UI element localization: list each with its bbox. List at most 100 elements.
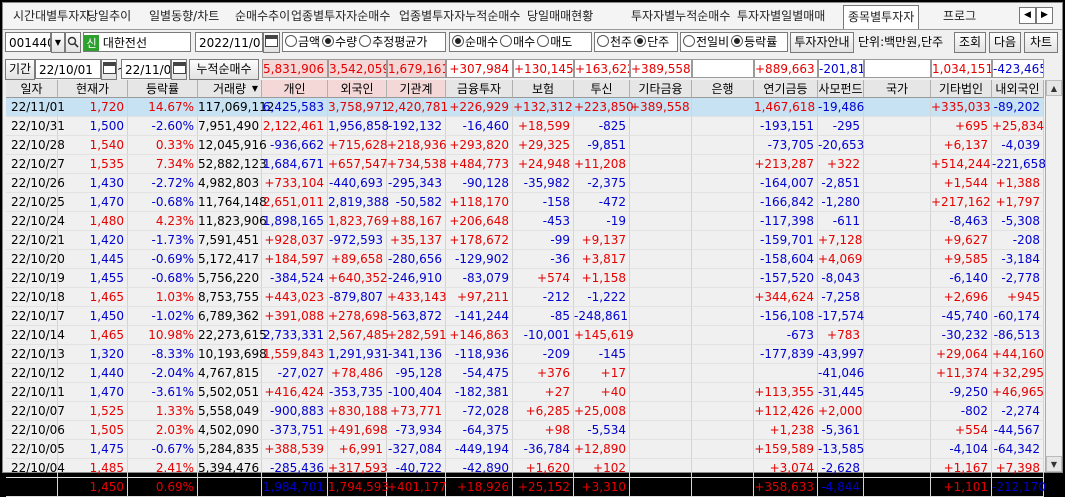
table-row[interactable]: 22/10/13 1,320 -8.33% 10,193,698 1,559,843 1,… <box>6 345 1044 364</box>
radio-option-1[interactable]: 단주 <box>634 35 669 49</box>
column-header[interactable]: 기타법인 <box>931 80 992 98</box>
calendar-icon[interactable] <box>263 32 280 53</box>
column-header[interactable]: 외국인 <box>328 80 387 98</box>
table-row[interactable]: 22/10/06 1,505 2.03% 4,502,090 -373,751 +491,… <box>6 421 1044 440</box>
table-row[interactable]: 22/09/30 1,450 0.69% 7,490,090 1,984,701 1,79… <box>6 478 1046 497</box>
query-button[interactable]: 조회 <box>954 32 986 53</box>
value-type-radio-group[interactable]: 금액 수량 추정평균가 <box>282 32 446 52</box>
table-row[interactable]: 22/10/24 1,480 4.23% 11,823,906 1,898,165 1,8… <box>6 212 1044 231</box>
table-row[interactable]: 22/10/12 1,440 -2.04% 4,767,815 -27,027 +78,4… <box>6 364 1044 383</box>
radio-option-0[interactable]: 순매수 <box>452 35 498 49</box>
column-header[interactable]: 내외국인 <box>992 80 1044 98</box>
table-row[interactable]: 22/10/20 1,445 -0.69% 5,172,417 +184,597 +89,… <box>6 250 1044 269</box>
search-icon[interactable] <box>65 32 81 53</box>
radio-option-0[interactable]: 금액 <box>285 35 320 49</box>
column-header[interactable]: 사모펀드 <box>818 80 864 98</box>
table-cell: -64,375 <box>446 421 513 440</box>
tab-5[interactable]: 업종별투자자누적순매수 <box>395 5 524 27</box>
tab-0[interactable]: 시간대별투자자 <box>9 5 94 27</box>
radio-option-1[interactable]: 매수 <box>500 35 535 49</box>
column-header[interactable]: 투신 <box>574 80 630 98</box>
radio-button-icon[interactable] <box>537 35 550 47</box>
table-row[interactable]: 22/10/27 1,535 7.34% 52,882,123 1,684,671 +65… <box>6 155 1046 174</box>
tab-next-icon[interactable]: ▶ <box>1036 7 1053 24</box>
table-row[interactable]: 22/10/21 1,420 -1.73% 7,591,451 +928,037 -972… <box>6 231 1044 250</box>
radio-option-1[interactable]: 등락률 <box>731 35 777 49</box>
radio-option-0[interactable]: 천주 <box>597 35 632 49</box>
vertical-scrollbar[interactable]: ▲ ▼ <box>1045 80 1062 472</box>
date-input[interactable]: 2022/11/01 <box>195 32 263 52</box>
table-row[interactable]: 22/10/26 1,430 -2.72% 4,982,803 +733,104 -440… <box>6 174 1044 193</box>
column-header[interactable]: 개인 <box>262 80 328 98</box>
tab-1[interactable]: 당일추이 <box>83 5 135 27</box>
stock-name-field[interactable]: 신 대한전선 <box>83 32 191 52</box>
sort-arrow-icon[interactable]: ▼ <box>252 80 258 98</box>
table-row[interactable]: 22/10/31 1,500 -2.60% 7,951,490 2,122,461 1,9… <box>6 117 1044 136</box>
column-header[interactable]: 국가 <box>864 80 931 98</box>
share-unit-radio-group[interactable]: 천주 단주 <box>594 32 678 52</box>
period-to-input[interactable]: 22/11/01 <box>121 59 171 79</box>
code-dropdown-icon[interactable]: ▼ <box>51 32 65 53</box>
tab-prev-icon[interactable]: ◀ <box>1019 7 1036 24</box>
table-row[interactable]: 22/10/17 1,450 -1.02% 6,789,362 +391,088 +278… <box>6 307 1044 326</box>
radio-button-icon[interactable] <box>634 35 647 47</box>
table-cell: 1,450 <box>58 307 128 326</box>
column-header[interactable]: 금융투자 <box>446 80 513 98</box>
table-row[interactable]: 22/10/18 1,465 1.03% 8,753,755 +443,023 -879,… <box>6 288 1044 307</box>
tab-3[interactable]: 순매수추이 <box>231 5 294 27</box>
from-calendar-icon[interactable] <box>101 59 117 80</box>
column-header[interactable]: 기타금융 <box>630 80 692 98</box>
chart-button[interactable]: 차트 <box>1024 32 1058 53</box>
column-header[interactable]: 거래량 ▼ <box>198 80 262 98</box>
radio-option-0[interactable]: 전일비 <box>683 35 729 49</box>
radio-button-icon[interactable] <box>452 35 464 47</box>
column-header[interactable]: 연기금등 <box>754 80 818 98</box>
radio-option-1[interactable]: 수량 <box>322 35 357 49</box>
column-header[interactable]: 기관계 <box>387 80 446 98</box>
stock-code-input[interactable]: 001440 <box>5 32 51 52</box>
to-calendar-icon[interactable] <box>171 59 187 80</box>
table-row[interactable]: 22/11/01 1,720 14.67% 117,069,112 6,425,583 3… <box>6 98 1044 117</box>
investor-guide-button[interactable]: 투자자안내 <box>790 32 854 53</box>
trade-type-radio-group[interactable]: 순매수 매수 매도 <box>449 32 592 52</box>
tab-8[interactable]: 투자자별일별매매 <box>733 5 829 27</box>
table-row[interactable]: 22/10/04 1,485 2.41% 5,394,476 -285,436 +317,… <box>6 459 1044 478</box>
radio-button-icon[interactable] <box>359 35 372 47</box>
table-cell: 1,430 <box>58 174 128 193</box>
table-cell: -5,361 <box>818 421 864 440</box>
column-header[interactable]: 보험 <box>513 80 574 98</box>
radio-button-icon[interactable] <box>683 35 695 47</box>
radio-option-2[interactable]: 추정평균가 <box>359 35 427 49</box>
table-row[interactable]: 22/10/14 1,465 10.98% 22,273,615 2,733,331 2,… <box>6 326 1044 345</box>
table-cell: -6,140 <box>931 269 992 288</box>
column-header[interactable]: 일자 <box>6 80 58 98</box>
radio-button-icon[interactable] <box>322 35 335 47</box>
scroll-down-icon[interactable]: ▼ <box>1046 456 1062 472</box>
radio-button-icon[interactable] <box>500 35 513 47</box>
tab-6[interactable]: 당일매매현황 <box>523 5 597 27</box>
table-cell: +945 <box>992 288 1044 307</box>
column-header[interactable]: 등락률 <box>128 80 198 98</box>
tab-4[interactable]: 업종별투자자순매수 <box>287 5 394 27</box>
table-row[interactable]: 22/10/28 1,540 0.33% 12,045,916 -936,662 +715… <box>6 136 1044 155</box>
radio-button-icon[interactable] <box>285 35 297 47</box>
tab-9[interactable]: 종목별투자자 <box>843 5 920 29</box>
radio-option-2[interactable]: 매도 <box>537 35 572 49</box>
radio-button-icon[interactable] <box>731 35 744 47</box>
next-button[interactable]: 다음 <box>989 32 1021 53</box>
radio-button-icon[interactable] <box>597 35 609 47</box>
column-header[interactable]: 은행 <box>692 80 754 98</box>
change-type-radio-group[interactable]: 전일비 등락률 <box>680 32 788 52</box>
table-cell <box>692 345 754 364</box>
period-from-input[interactable]: 22/10/01 <box>35 59 101 79</box>
tab-7[interactable]: 투자자별누적순매수 <box>627 5 734 27</box>
table-row[interactable]: 22/10/11 1,470 -3.61% 5,502,051 +416,424 -353… <box>6 383 1044 402</box>
scroll-up-icon[interactable]: ▲ <box>1046 80 1062 96</box>
table-row[interactable]: 22/10/19 1,455 -0.68% 5,756,220 -384,524 +640… <box>6 269 1044 288</box>
table-row[interactable]: 22/10/07 1,525 1.33% 5,558,049 -900,883 +830,… <box>6 402 1044 421</box>
table-row[interactable]: 22/10/25 1,470 -0.68% 11,764,148 2,651,011 2,… <box>6 193 1044 212</box>
column-header[interactable]: 현재가 <box>58 80 128 98</box>
table-row[interactable]: 22/10/05 1,475 -0.67% 5,284,835 +388,539 +6,9… <box>6 440 1044 459</box>
tab-2[interactable]: 일별동향/차트 <box>145 5 223 27</box>
tab-10[interactable]: 프로그 <box>939 5 980 27</box>
